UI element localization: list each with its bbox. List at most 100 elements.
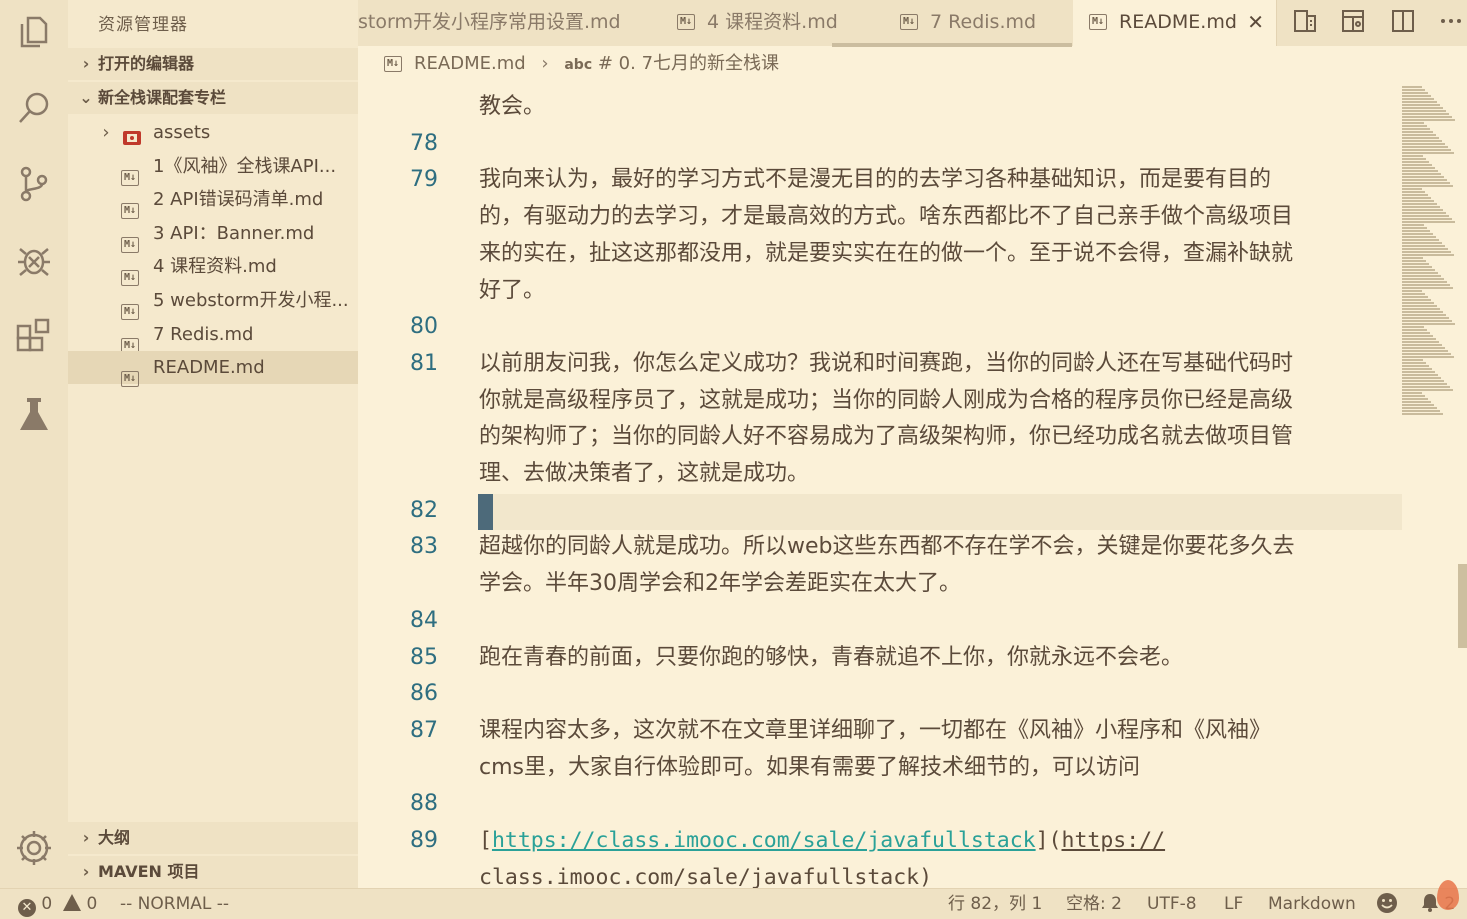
feedback-smiley-icon[interactable]: [1376, 889, 1398, 919]
line-text: 好了。: [479, 277, 546, 303]
minimap-line: [1402, 266, 1432, 268]
tree-item-file[interactable]: M↓ 4 课程资料.md: [68, 250, 358, 286]
minimap-line: [1402, 92, 1428, 94]
tree-item-label: 7 Redis.md: [153, 324, 254, 345]
language-mode[interactable]: Markdown: [1268, 889, 1356, 919]
more-actions-icon[interactable]: [1438, 8, 1466, 36]
minimap-line: [1402, 110, 1446, 112]
minimap-line: [1402, 353, 1451, 355]
maven-section[interactable]: › MAVEN 项目: [68, 856, 358, 888]
markdown-link-url[interactable]: https://: [1062, 828, 1166, 853]
editor-scrollbar[interactable]: [1458, 564, 1467, 648]
minimap-line: [1402, 296, 1428, 298]
source-control-icon[interactable]: [14, 164, 54, 204]
line-text: cms里，大家自行体验即可。如果有需要了解技术细节的，可以访问: [479, 754, 1140, 780]
minimap-line: [1402, 377, 1441, 379]
minimap-line: [1402, 404, 1434, 406]
encoding[interactable]: UTF-8: [1147, 889, 1197, 919]
minimap-line: [1402, 221, 1455, 223]
minimap-line: [1402, 206, 1440, 208]
minimap-line: [1402, 167, 1435, 169]
open-editors-section[interactable]: › 打开的编辑器: [68, 48, 358, 80]
tree-item-file[interactable]: M↓ 1《风袖》全栈课API...: [68, 150, 358, 186]
editor-area[interactable]: 教会。 78 79 我向来认为，最好的学习方式不是漫无目的的去学习各种基础知识，而是要…: [358, 82, 1402, 888]
problems-indicator[interactable]: ✕ 0 0: [18, 889, 97, 919]
minimap-line: [1402, 116, 1452, 118]
explorer-icon[interactable]: [14, 12, 54, 52]
minimap-line: [1402, 233, 1433, 235]
minimap-line: [1402, 215, 1449, 217]
extensions-icon[interactable]: [14, 318, 54, 358]
minimap-line: [1402, 368, 1432, 370]
minimap-line: [1402, 212, 1446, 214]
indentation[interactable]: 空格: 2: [1066, 889, 1122, 919]
tab-redis[interactable]: M↓ 7 Redis.md: [884, 0, 1074, 46]
vim-mode: -- NORMAL --: [120, 894, 230, 914]
line-number: 88: [410, 791, 438, 817]
line-ending[interactable]: LF: [1224, 889, 1243, 919]
minimap-line: [1402, 176, 1444, 178]
minimap-line: [1402, 182, 1450, 184]
current-line-highlight: [478, 494, 1402, 530]
minimap-line: [1402, 305, 1437, 307]
minimap-line: [1402, 173, 1441, 175]
minimap-line: [1402, 242, 1442, 244]
tab-course-materials[interactable]: M↓ 4 课程资料.md: [661, 0, 885, 46]
minimap-line: [1402, 293, 1425, 295]
folder-section[interactable]: ⌄ 新全栈课配套专栏: [68, 82, 358, 114]
breadcrumb-file[interactable]: README.md: [414, 53, 526, 74]
tree-item-file[interactable]: M↓ 5 webstorm开发小程...: [68, 284, 358, 320]
search-icon[interactable]: [14, 88, 54, 128]
line-text: 你就是高级程序员了，这就是成功；当你的同龄人刚成为合格的程序员你已经是高级: [479, 387, 1294, 413]
minimap-line: [1402, 272, 1438, 274]
markdown-link-text[interactable]: https://class.imooc.com/sale/javafullsta…: [492, 828, 1036, 853]
minimap-line: [1402, 287, 1453, 289]
tab-readme[interactable]: M↓ README.md ✕: [1073, 0, 1277, 46]
tab-webstorm-settings[interactable]: storm开发小程序常用设置.md: [358, 0, 662, 46]
minimap-line: [1402, 365, 1429, 367]
minimap-line: [1402, 347, 1445, 349]
outline-section[interactable]: › 大纲: [68, 822, 358, 854]
text-cursor: [478, 494, 493, 530]
tree-item-assets[interactable]: › assets: [68, 116, 358, 149]
minimap-line: [1402, 389, 1453, 391]
tree-item-file-selected[interactable]: M↓ README.md: [68, 351, 358, 387]
tree-item-file[interactable]: M↓ 3 API：Banner.md: [68, 217, 358, 253]
test-flask-icon[interactable]: [14, 394, 54, 434]
symbol-string-icon: abc: [564, 57, 593, 73]
breadcrumb-separator: ›: [541, 53, 549, 74]
error-count: 0: [41, 894, 53, 914]
minimap-line: [1402, 107, 1443, 109]
minimap-line: [1402, 245, 1445, 247]
debug-icon[interactable]: [14, 240, 54, 280]
chevron-right-icon: ›: [82, 828, 90, 847]
minimap-line: [1402, 191, 1425, 193]
minimap-line: [1402, 122, 1424, 124]
activity-bar: [0, 0, 69, 888]
minimap[interactable]: [1402, 82, 1458, 888]
markdown-icon: M↓: [121, 326, 143, 354]
tree-item-file[interactable]: M↓ 7 Redis.md: [68, 318, 358, 354]
settings-gear-icon[interactable]: [14, 828, 54, 868]
minimap-line: [1402, 323, 1455, 325]
minimap-line: [1402, 125, 1427, 127]
split-editor-icon[interactable]: [1390, 8, 1418, 36]
folder-label: 新全栈课配套专栏: [98, 88, 227, 107]
minimap-line: [1402, 269, 1435, 271]
minimap-line: [1402, 407, 1437, 409]
minimap-line: [1402, 209, 1443, 211]
line-number: 80: [410, 314, 438, 340]
minimap-line: [1402, 179, 1447, 181]
tree-item-file[interactable]: M↓ 2 API错误码清单.md: [68, 183, 358, 219]
minimap-line: [1402, 161, 1429, 163]
close-icon[interactable]: ✕: [1247, 0, 1264, 44]
open-preview-icon[interactable]: [1292, 8, 1320, 36]
markdown-icon: M↓: [121, 359, 143, 387]
cursor-position[interactable]: 行 82，列 1: [948, 889, 1042, 919]
minimap-line: [1402, 290, 1422, 292]
preview-side-icon[interactable]: [1340, 8, 1368, 36]
line-number: 78: [410, 130, 438, 156]
breadcrumb-symbol[interactable]: # 0. 7七月的新全栈课: [598, 53, 779, 74]
minimap-line: [1402, 341, 1439, 343]
minimap-line: [1402, 230, 1430, 232]
